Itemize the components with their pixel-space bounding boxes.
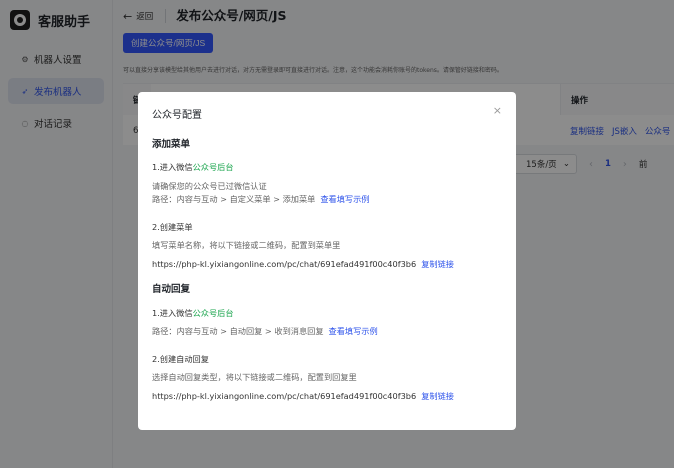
section1-step1-path: 路径：内容与互动 > 自定义菜单 > 添加菜单 查看填写示例 (152, 193, 369, 205)
path-text: 路径：内容与互动 > 自定义菜单 > 添加菜单 (152, 194, 316, 204)
official-account-config-modal: 公众号配置 × 添加菜单 1.进入微信公众号后台 请确保您的公众号已过微信认证 … (138, 92, 516, 430)
path-text: 路径：内容与互动 > 自动回复 > 收到消息回复 (152, 326, 324, 336)
section-add-menu-title: 添加菜单 (152, 139, 191, 150)
step-label: 1.进入微信 (152, 162, 193, 172)
section-auto-reply-title: 自动回复 (152, 284, 191, 295)
wechat-backend-link[interactable]: 公众号后台 (193, 162, 234, 172)
section2-step2-desc: 选择自动回复类型，将以下链接或二维码，配置到回复里 (152, 372, 357, 382)
chat-url: https://php-kl.yixiangonline.com/pc/chat… (152, 259, 417, 269)
copy-link-button[interactable]: 复制链接 (421, 391, 454, 401)
close-icon[interactable]: × (493, 104, 502, 117)
section1-url-line: https://php-kl.yixiangonline.com/pc/chat… (152, 258, 454, 270)
section1-step1: 1.进入微信公众号后台 (152, 161, 234, 173)
section1-step2-title: 2.创建菜单 (152, 222, 193, 232)
chat-url: https://php-kl.yixiangonline.com/pc/chat… (152, 391, 417, 401)
section1-step2-desc: 填写菜单名称，将以下链接或二维码，配置到菜单里 (152, 240, 341, 250)
section2-step1: 1.进入微信公众号后台 (152, 307, 234, 319)
section1-step1-note: 请确保您的公众号已过微信认证 (152, 181, 267, 191)
view-example-link[interactable]: 查看填写示例 (329, 326, 378, 336)
wechat-backend-link[interactable]: 公众号后台 (193, 308, 234, 318)
copy-link-button[interactable]: 复制链接 (421, 259, 454, 269)
view-example-link[interactable]: 查看填写示例 (320, 194, 369, 204)
section2-step2-title: 2.创建自动回复 (152, 354, 209, 364)
step-label: 1.进入微信 (152, 308, 193, 318)
modal-title: 公众号配置 (152, 110, 202, 121)
section2-url-line: https://php-kl.yixiangonline.com/pc/chat… (152, 390, 454, 402)
section2-step1-path: 路径：内容与互动 > 自动回复 > 收到消息回复 查看填写示例 (152, 325, 378, 337)
